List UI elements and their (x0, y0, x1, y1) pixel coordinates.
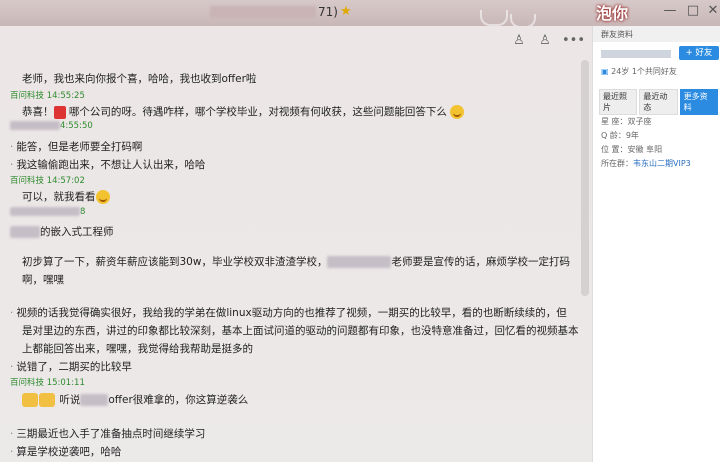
detail-row: 星 座：双子座 (601, 117, 652, 126)
add-friend-button[interactable]: + 好友 (679, 46, 719, 60)
message-stamp: 8 (10, 207, 85, 217)
title-bar: 71) ★ 泡你 — □ ✕ (0, 0, 720, 28)
message-text: · 能答，但是老师要全打码啊 (10, 141, 143, 153)
blurred-title (210, 6, 316, 18)
detail-row: 所在群：韦东山二期VIP3 (601, 159, 691, 168)
laugh-emoji-icon (450, 105, 465, 119)
laugh-emoji-icon (95, 190, 110, 204)
star-icon[interactable]: ★ (340, 4, 352, 19)
blurred-school (327, 256, 392, 268)
chat-area: ♙ ♙ ••• 老师，我也来向你报个喜，哈哈，我也收到offer啦 百问科技 1… (0, 26, 592, 462)
profile-card-icon: ▣ (601, 67, 609, 76)
tab-recent-photos[interactable]: 最近照片 (599, 89, 638, 115)
message-text: 的嵌入式工程师 (10, 224, 114, 239)
more-icon[interactable]: ••• (562, 33, 585, 49)
blurred-nickname (601, 50, 671, 58)
message-stamp: 百问科技 14:57:02 (10, 176, 85, 186)
chat-header: ♙ ♙ ••• (0, 26, 592, 56)
message-stamp: 百问科技 15:01:11 (10, 378, 85, 388)
message-text: 听说 offer很难拿的，你这算逆袭么 (22, 392, 248, 407)
message-text: 初步算了一下，薪资年薪应该能到30w，毕业学校双非渣渣学校， 老师要是宣传的话，麻… (22, 256, 570, 268)
thumbs-up-icon (22, 393, 38, 407)
detail-row: 位 置：安徽 阜阳 (601, 145, 663, 154)
message-text: 是对里边的东西，讲过的印象都比较深刻，基本上面试问道的驱动的问题都有印象，也没特… (22, 325, 579, 337)
red-envelope-icon (53, 105, 66, 119)
minimize-button[interactable]: — (660, 3, 680, 18)
detail-row: Q 龄：9年 (601, 131, 639, 140)
message-stamp: 4:55:50 (10, 121, 93, 131)
scrollbar[interactable] (581, 60, 589, 296)
message-text: · 算是学校逆袭吧，哈哈 (10, 446, 122, 458)
blurred-name (10, 207, 80, 216)
tab-more-info[interactable]: 更多资料 (679, 89, 718, 115)
panel-tabs: 最近照片 最近动态 更多资料 (599, 89, 720, 115)
blurred-company (80, 394, 109, 406)
message-text: 啊，嘿嘿 (22, 274, 64, 286)
message-stamp: 百问科技 14:55:25 (10, 91, 85, 101)
panel-header: 群友资料 (593, 26, 720, 42)
message-text: 老师，我也来向你报个喜，哈哈，我也收到offer啦 (22, 73, 257, 85)
person-add-icon[interactable]: ♙ (536, 33, 554, 49)
thumbs-up-icon (39, 393, 55, 407)
message-text: 恭喜！ 哪个公司的呀。待遇咋样，哪个学校毕业，对视频有何收获，这些问题能回答下么 (22, 104, 465, 119)
app-logo: 泡你 (596, 4, 629, 23)
blurred-company (10, 226, 40, 238)
message-text: 可以，就我看看 (22, 189, 110, 204)
message-text: · 我这输偷跑出来，不想让人认出来，哈哈 (10, 159, 206, 171)
profile-panel: 群友资料 + 好友 ▣ 24岁 1个共同好友 最近照片 最近动态 更多资料 星 … (592, 26, 720, 462)
tab-recent-activity[interactable]: 最近动态 (639, 89, 678, 115)
window-title-suffix: 71) (318, 5, 338, 19)
message-text: · 视频的话我觉得确实很好，我给我的学弟在做linux驱动方向的也推荐了视频，一期… (10, 307, 567, 319)
person-icon[interactable]: ♙ (510, 33, 528, 49)
group-link[interactable]: 韦东山二期VIP3 (633, 159, 691, 168)
message-text: · 说错了，二期买的比较早 (10, 361, 132, 373)
close-button[interactable]: ✕ (703, 3, 720, 18)
maximize-button[interactable]: □ (683, 3, 703, 18)
message-text: · 三期最近也入手了准备抽点时间继续学习 (10, 428, 206, 440)
message-text: 上都能回答出来，嘿嘿，我觉得给我帮助是挺多的 (22, 343, 253, 355)
age-line: ▣ 24岁 1个共同好友 (601, 67, 677, 76)
blurred-name (10, 121, 60, 130)
